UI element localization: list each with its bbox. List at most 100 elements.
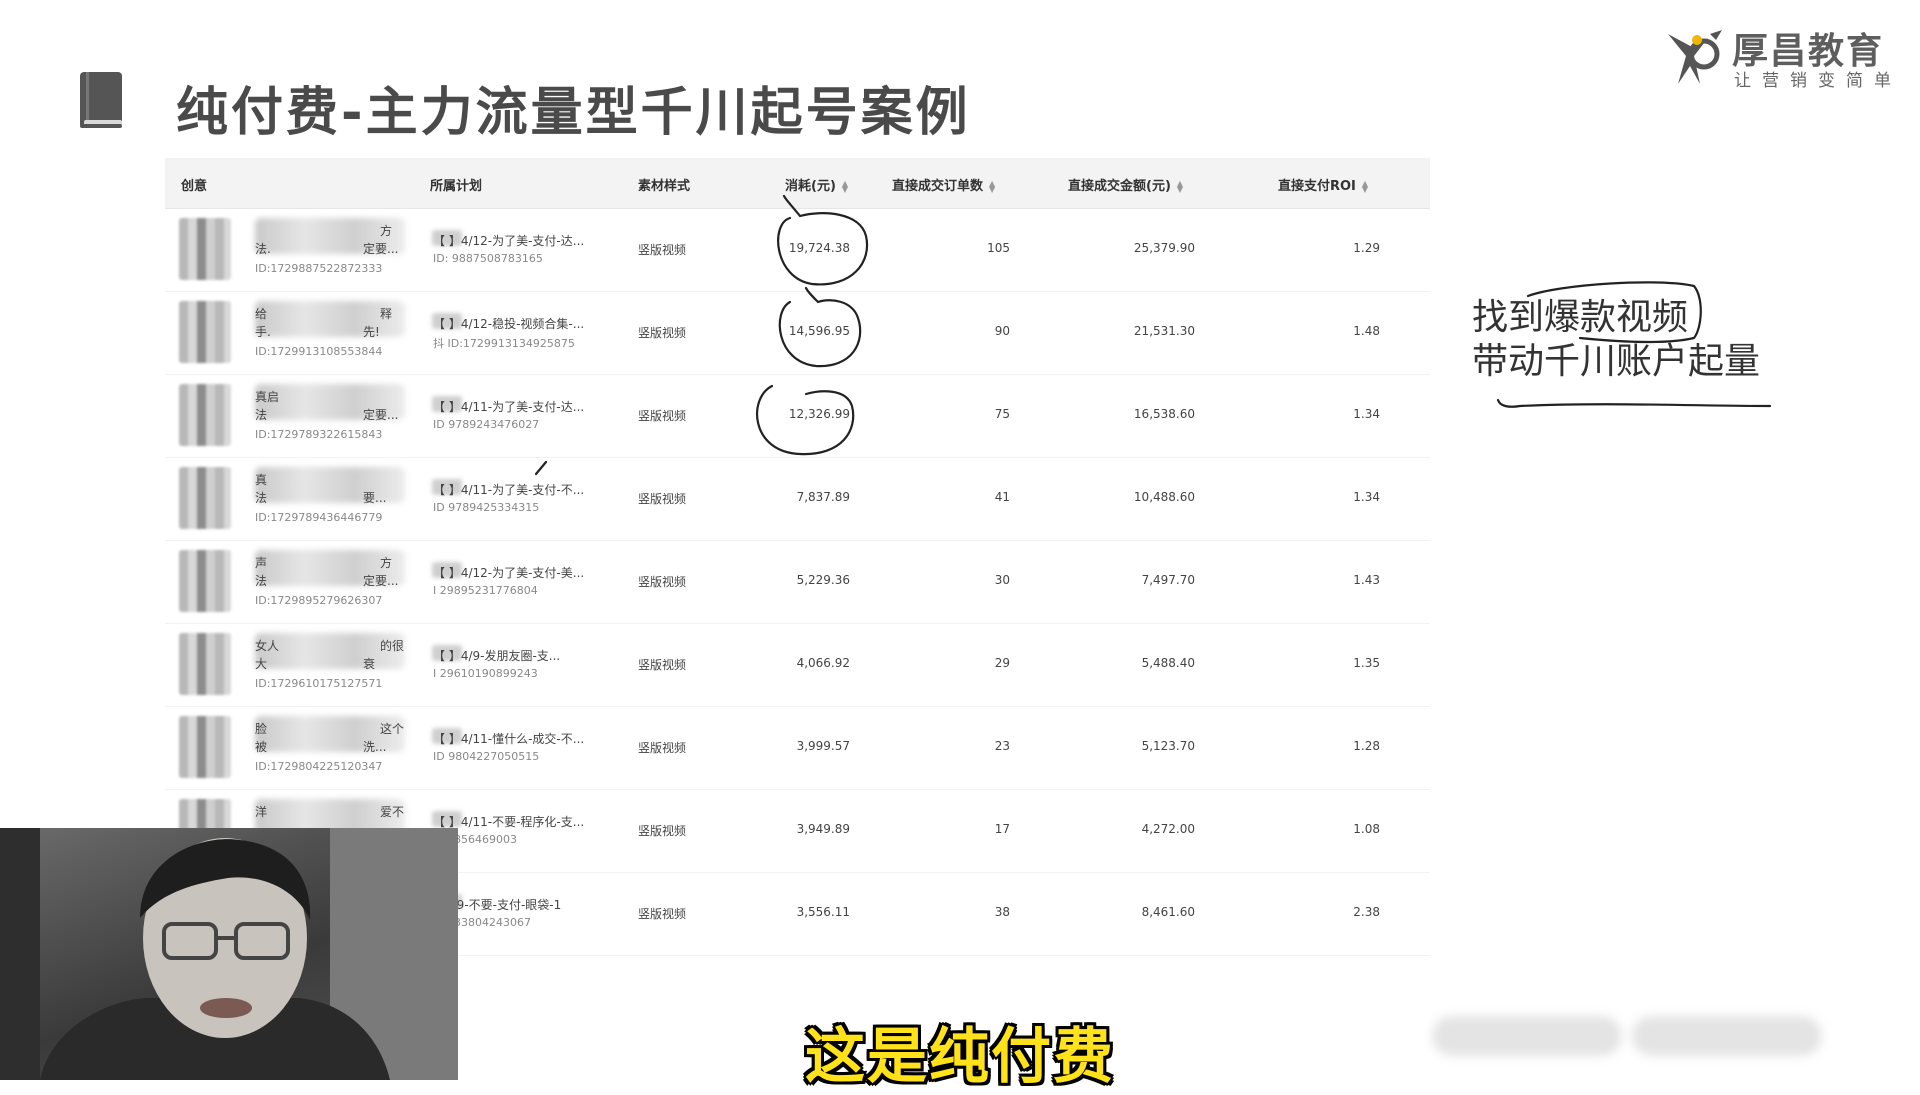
spend-value: 19,724.38 bbox=[788, 241, 850, 255]
roi-value: 1.29 bbox=[1353, 241, 1380, 255]
book-icon bbox=[80, 72, 122, 128]
orders-value: 105 bbox=[987, 241, 1010, 255]
video-thumbnail[interactable] bbox=[179, 218, 231, 280]
header-orders[interactable]: 直接成交订单数 ▲ ▼ bbox=[892, 175, 995, 194]
table-row[interactable]: 真 法 要... ID:1729789436446779 【 】4/11-为了美… bbox=[165, 457, 1430, 541]
creative-text: 这个 bbox=[380, 722, 405, 736]
plan-id: ID 9789425334315 bbox=[433, 501, 540, 514]
note-line-1: 找到爆款视频 bbox=[1472, 297, 1689, 338]
table-row[interactable]: 真启 法 定要... ID:1729789322615843 【 】4/11-为… bbox=[165, 374, 1430, 458]
amount-value: 7,497.70 bbox=[1141, 573, 1195, 587]
creative-text: 衰 bbox=[363, 657, 376, 671]
video-thumbnail[interactable] bbox=[179, 467, 231, 529]
material-style: 竖版视频 bbox=[638, 824, 687, 838]
material-style: 竖版视频 bbox=[638, 492, 687, 506]
material-style: 竖版视频 bbox=[638, 409, 687, 423]
creative-text: 洋 bbox=[255, 805, 268, 819]
creative-text: 法 bbox=[255, 491, 268, 505]
plan-name-link[interactable]: 【 】4/12-为了美-支付-美... bbox=[433, 564, 584, 581]
creative-text: 真启 bbox=[255, 390, 280, 404]
creative-text: 法. bbox=[255, 242, 271, 256]
video-subtitle: 这是纯付费 bbox=[805, 1022, 1115, 1092]
orders-value: 23 bbox=[994, 739, 1010, 753]
header-amount[interactable]: 直接成交金额(元) ▲ ▼ bbox=[1068, 175, 1183, 194]
material-style: 竖版视频 bbox=[638, 575, 687, 589]
spend-value: 3,999.57 bbox=[796, 739, 850, 753]
sort-icon[interactable]: ▲ ▼ bbox=[1362, 179, 1368, 193]
video-thumbnail[interactable] bbox=[179, 550, 231, 612]
creative-id: ID:1729913108553844 bbox=[255, 345, 383, 358]
creative-text: 定要... bbox=[363, 408, 399, 422]
creative-text: 释 bbox=[380, 307, 393, 321]
orders-value: 30 bbox=[994, 573, 1010, 587]
orders-value: 41 bbox=[994, 490, 1010, 504]
creative-text: 方 bbox=[380, 556, 393, 570]
table-row[interactable]: 声 法 方 定要... ID:1729895279626307 【 】4/12-… bbox=[165, 540, 1430, 624]
video-thumbnail[interactable] bbox=[179, 384, 231, 446]
creative-text: 要... bbox=[363, 491, 387, 505]
video-thumbnail[interactable] bbox=[179, 716, 231, 778]
orders-value: 29 bbox=[994, 656, 1010, 670]
creative-text: 声 bbox=[255, 556, 268, 570]
creative-text: 手. bbox=[255, 325, 271, 339]
video-thumbnail[interactable] bbox=[179, 301, 231, 363]
plan-name-link[interactable]: 【 】4/9-发朋友圈-支... bbox=[433, 647, 560, 664]
plan-id: ID 9804227050515 bbox=[433, 750, 540, 763]
orders-value: 75 bbox=[994, 407, 1010, 421]
material-style: 竖版视频 bbox=[638, 243, 687, 257]
plan-id: I 29610190899243 bbox=[433, 667, 538, 680]
roi-value: 1.35 bbox=[1353, 656, 1380, 670]
creative-text: 女人 bbox=[255, 639, 280, 653]
orders-value: 38 bbox=[994, 905, 1010, 919]
plan-name-link[interactable]: 【 】4/11-懂什么-成交-不... bbox=[433, 730, 584, 747]
eagle-logo-icon bbox=[1668, 30, 1722, 84]
header-roi[interactable]: 直接支付ROI ▲ ▼ bbox=[1278, 175, 1368, 194]
table-row[interactable]: 女人 大 的很 衰 ID:1729610175127571 【 】4/9-发朋友… bbox=[165, 623, 1430, 707]
creative-text: 洗... bbox=[363, 740, 387, 754]
amount-value: 5,123.70 bbox=[1141, 739, 1195, 753]
video-thumbnail[interactable] bbox=[179, 633, 231, 695]
brand-logo: 厚昌教育 让营销变简单 bbox=[1664, 22, 1896, 92]
roi-value: 1.34 bbox=[1353, 407, 1380, 421]
creative-id: ID:1729610175127571 bbox=[255, 677, 383, 690]
table-row[interactable]: 法. 方 定要... ID:1729887522872333 【 】4/12-为… bbox=[165, 208, 1430, 292]
amount-value: 21,531.30 bbox=[1133, 324, 1195, 338]
sort-icon[interactable]: ▲ ▼ bbox=[989, 179, 995, 193]
creative-text: 被 bbox=[255, 740, 268, 754]
note-line-2: 带动千川账户起量 bbox=[1472, 341, 1761, 382]
creative-text: 定要... bbox=[363, 574, 399, 588]
spend-value: 5,229.36 bbox=[796, 573, 850, 587]
amount-value: 8,461.60 bbox=[1141, 905, 1195, 919]
roi-value: 1.28 bbox=[1353, 739, 1380, 753]
creative-text: 给 bbox=[255, 307, 268, 321]
creative-text: 方 bbox=[380, 224, 393, 238]
material-style: 竖版视频 bbox=[638, 741, 687, 755]
table-header: 创意 所属计划 素材样式 消耗(元) ▲ ▼ 直接成交订单数 ▲ ▼ 直接成交金额(元)… bbox=[165, 158, 1430, 209]
material-style: 竖版视频 bbox=[638, 326, 687, 340]
creative-id: ID:1729789436446779 bbox=[255, 511, 383, 524]
plan-name-link[interactable]: 【 】4/11-为了美-支付-达... bbox=[433, 398, 584, 415]
creative-text: 脸 bbox=[255, 722, 268, 736]
underline-annotation bbox=[1496, 398, 1772, 408]
orders-value: 90 bbox=[994, 324, 1010, 338]
amount-value: 16,538.60 bbox=[1133, 407, 1195, 421]
creative-id: ID:1729804225120347 bbox=[255, 760, 383, 773]
plan-name-link[interactable]: 【 】4/12-为了美-支付-达... bbox=[433, 232, 584, 249]
plan-name-link[interactable]: 【 】4/11-为了美-支付-不... bbox=[433, 481, 584, 498]
slide-title: 纯付费-主力流量型千川起号案例 bbox=[176, 83, 971, 143]
table-row[interactable]: 脸 被 这个 洗... ID:1729804225120347 【 】4/11-… bbox=[165, 706, 1430, 790]
plan-name-link[interactable]: 【 】4/12-稳投-视频合集-... bbox=[433, 315, 584, 332]
creative-text: 大 bbox=[255, 657, 268, 671]
plan-id: ID: 9887508783165 bbox=[433, 252, 543, 265]
table-row[interactable]: 给 手. 释 先! ID:1729913108553844 【 】4/12-稳投… bbox=[165, 291, 1430, 375]
header-creative: 创意 bbox=[181, 179, 208, 194]
sort-icon[interactable]: ▲ ▼ bbox=[842, 179, 848, 193]
creative-id: ID:1729895279626307 bbox=[255, 594, 383, 607]
spend-value: 14,596.95 bbox=[788, 324, 850, 338]
plan-id: ID 9789243476027 bbox=[433, 418, 540, 431]
header-spend[interactable]: 消耗(元) ▲ ▼ bbox=[785, 175, 848, 194]
creative-text: 定要... bbox=[363, 242, 399, 256]
plan-id: 抖 ID:1729913134925875 bbox=[433, 337, 575, 350]
creative-text: 先! bbox=[363, 325, 380, 339]
sort-icon[interactable]: ▲ ▼ bbox=[1177, 179, 1183, 193]
